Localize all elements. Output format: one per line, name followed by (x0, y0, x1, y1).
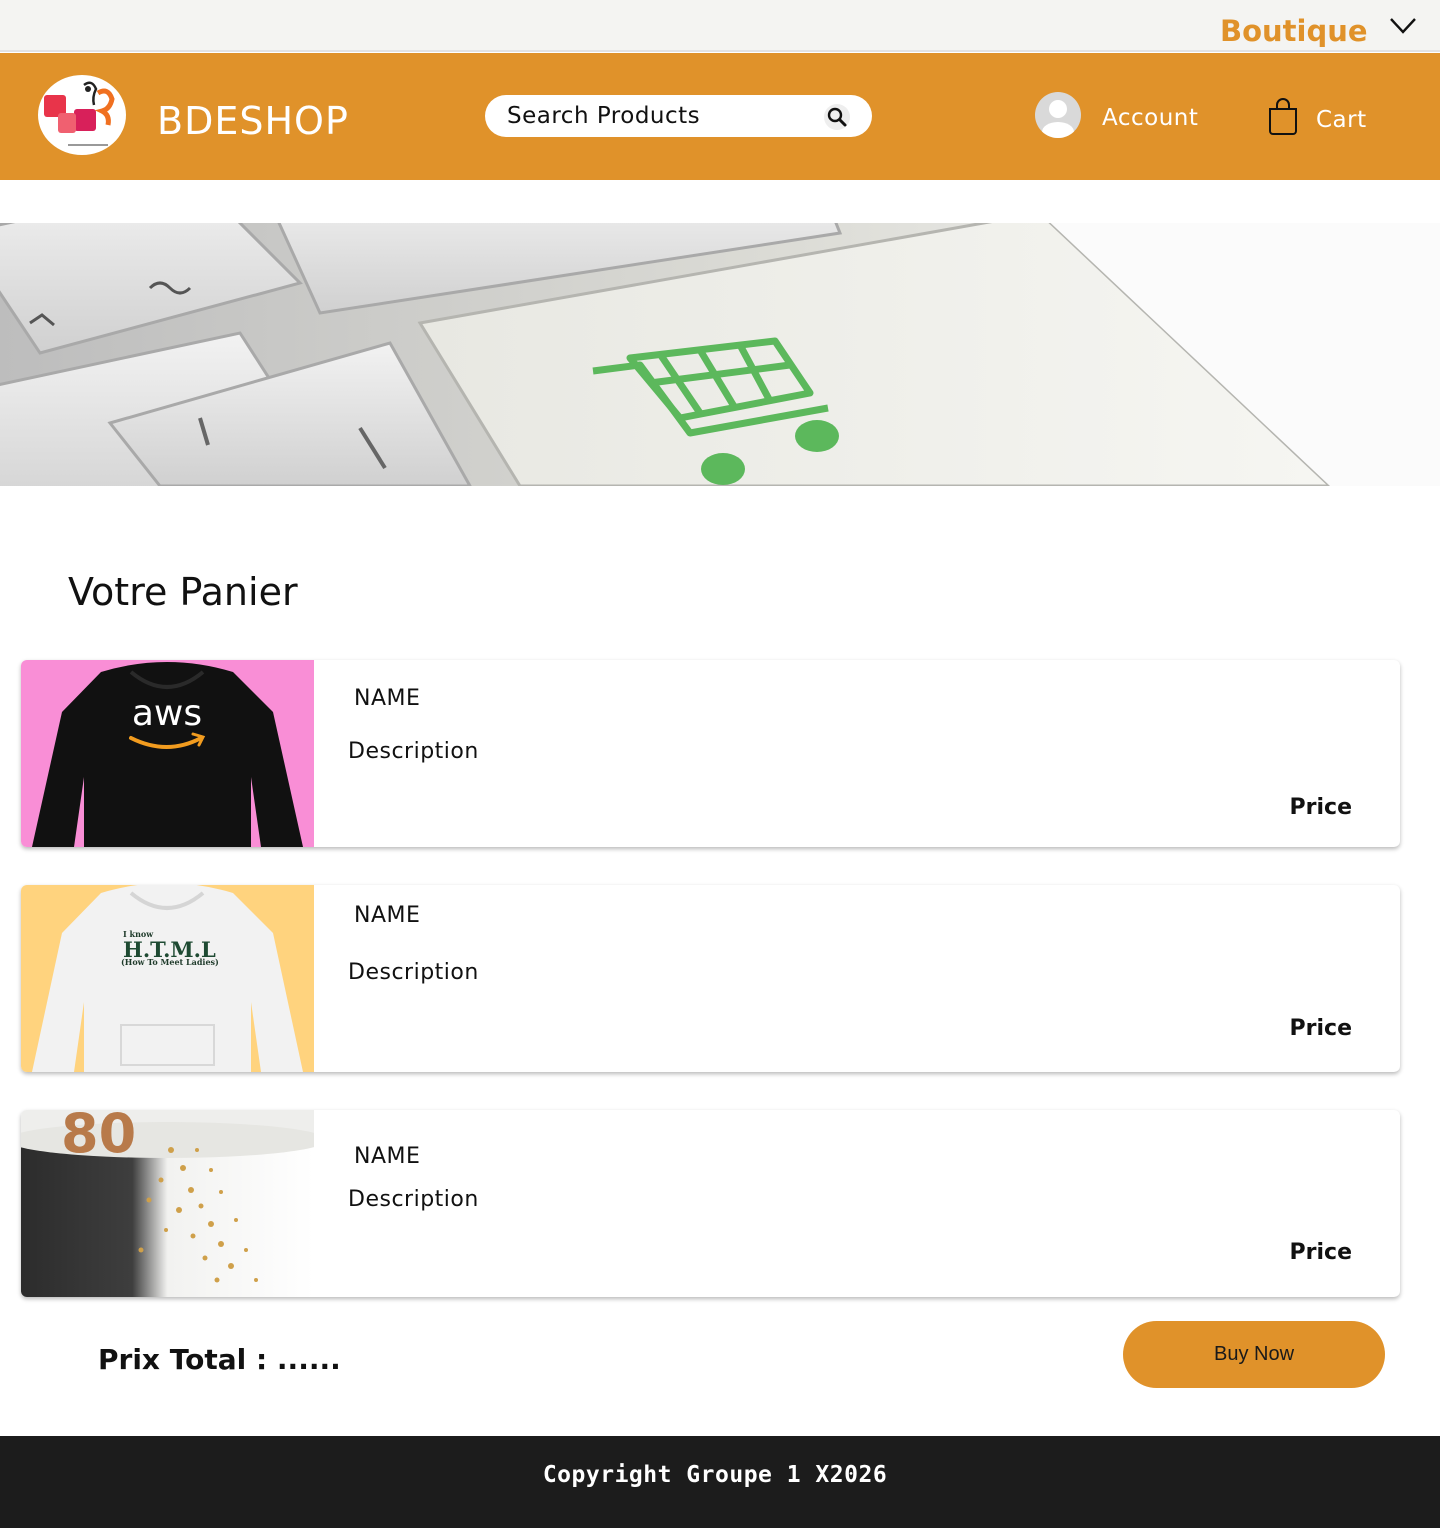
cart-link[interactable]: Cart (1316, 107, 1367, 133)
keyboard-cart-image (0, 223, 1440, 486)
item-description: Description (348, 739, 479, 764)
chevron-down-icon[interactable] (1388, 15, 1418, 37)
cart-item[interactable]: aws NAME Description Price (21, 660, 1400, 847)
item-price: Price (1289, 795, 1352, 820)
logo-icon (44, 81, 115, 146)
shopping-bag-icon[interactable] (1266, 97, 1300, 135)
site-footer: Copyright Groupe 1 X2026 (0, 1436, 1440, 1528)
product-image-cake[interactable]: 80 (21, 1110, 314, 1297)
top-bar: Boutique (0, 0, 1440, 52)
cart-item[interactable]: I know H.T.M.L (How To Meet Ladies) NAME… (21, 885, 1400, 1072)
item-price: Price (1289, 1240, 1352, 1265)
cart-item[interactable]: 80 NAME Description Price (21, 1110, 1400, 1297)
hero-banner (0, 223, 1440, 486)
product-image-aws-hoodie[interactable]: aws (21, 660, 314, 847)
copyright-text: Copyright Groupe 1 X2026 (542, 1462, 888, 1488)
svg-text:aws: aws (132, 693, 202, 734)
account-link[interactable]: Account (1102, 105, 1198, 131)
brand-name[interactable]: BDESHOP (157, 99, 349, 143)
svg-text:80: 80 (61, 1110, 136, 1165)
item-name: NAME (354, 903, 421, 928)
item-price: Price (1289, 1016, 1352, 1041)
page-title: Votre Panier (68, 570, 298, 614)
svg-text:(How To Meet Ladies): (How To Meet Ladies) (121, 957, 219, 967)
item-description: Description (348, 1187, 479, 1212)
avatar-icon[interactable] (1035, 92, 1081, 138)
item-name: NAME (354, 686, 421, 711)
total-price: Prix Total : ...... (98, 1343, 341, 1376)
buy-now-button[interactable]: Buy Now (1123, 1321, 1385, 1388)
item-description: Description (348, 960, 479, 985)
site-header: BDESHOP Account Cart (0, 53, 1440, 180)
boutique-menu-label[interactable]: Boutique (1220, 14, 1368, 48)
product-image-html-hoodie[interactable]: I know H.T.M.L (How To Meet Ladies) (21, 885, 314, 1072)
search-input[interactable] (507, 101, 807, 131)
item-name: NAME (354, 1144, 421, 1169)
bde-logo[interactable] (38, 75, 126, 155)
search-icon[interactable] (823, 103, 851, 131)
search-bar (485, 95, 872, 137)
